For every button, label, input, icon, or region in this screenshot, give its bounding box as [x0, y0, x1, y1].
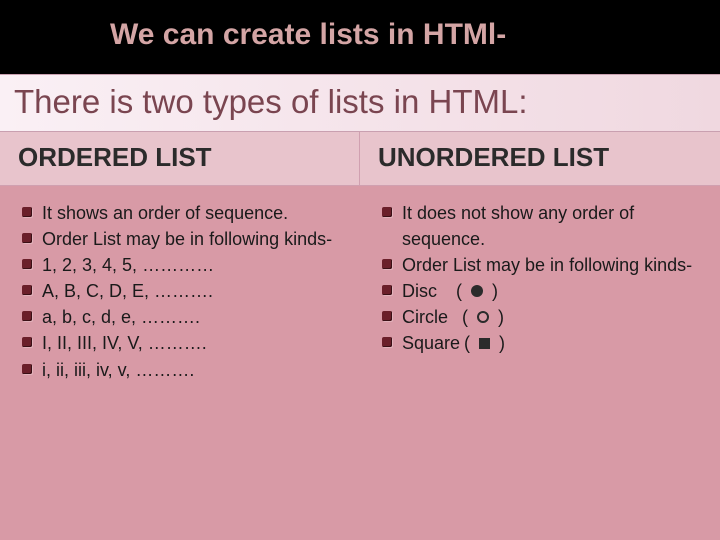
- paren-text: ): [494, 330, 505, 356]
- list-item: Order List may be in following kinds-: [18, 226, 342, 252]
- disc-label: Disc: [402, 278, 437, 304]
- paren-text: ): [493, 304, 504, 330]
- columns: ORDERED LIST It shows an order of sequen…: [0, 132, 720, 540]
- list-item: A, B, C, D, E, ……….: [18, 278, 342, 304]
- paren-text: (: [464, 330, 475, 356]
- circle-icon: [477, 311, 489, 323]
- square-label: Square: [402, 330, 460, 356]
- list-item-circle: Circle ( ): [378, 304, 702, 330]
- unordered-list-column: UNORDERED LIST It does not show any orde…: [360, 132, 720, 540]
- list-item-disc: Disc ( ): [378, 278, 702, 304]
- list-item-square: Square ( ): [378, 330, 702, 356]
- paren-text: (: [441, 278, 467, 304]
- list-item: a, b, c, d, e, ……….: [18, 304, 342, 330]
- unordered-list-header: UNORDERED LIST: [360, 132, 720, 186]
- ordered-list-items: It shows an order of sequence. Order Lis…: [18, 200, 342, 383]
- disc-icon: [471, 285, 483, 297]
- unordered-list-body: It does not show any order of sequence. …: [360, 186, 720, 540]
- paren-text: ): [487, 278, 498, 304]
- unordered-list-items: It does not show any order of sequence. …: [378, 200, 702, 357]
- list-item: i, ii, iii, iv, v, ……….: [18, 357, 342, 383]
- list-item: I, II, III, IV, V, ……….: [18, 330, 342, 356]
- square-icon: [479, 338, 490, 349]
- list-item: 1, 2, 3, 4, 5, …………: [18, 252, 342, 278]
- slide-title: We can create lists in HTMl-: [0, 0, 720, 74]
- ordered-list-header: ORDERED LIST: [0, 132, 360, 186]
- ordered-list-column: ORDERED LIST It shows an order of sequen…: [0, 132, 360, 540]
- paren-text: (: [452, 304, 473, 330]
- circle-label: Circle: [402, 304, 448, 330]
- list-item: Order List may be in following kinds-: [378, 252, 702, 278]
- slide-subtitle: There is two types of lists in HTML:: [0, 74, 720, 132]
- list-item: It does not show any order of sequence.: [378, 200, 702, 252]
- ordered-list-body: It shows an order of sequence. Order Lis…: [0, 186, 360, 540]
- slide: We can create lists in HTMl- There is tw…: [0, 0, 720, 540]
- list-item: It shows an order of sequence.: [18, 200, 342, 226]
